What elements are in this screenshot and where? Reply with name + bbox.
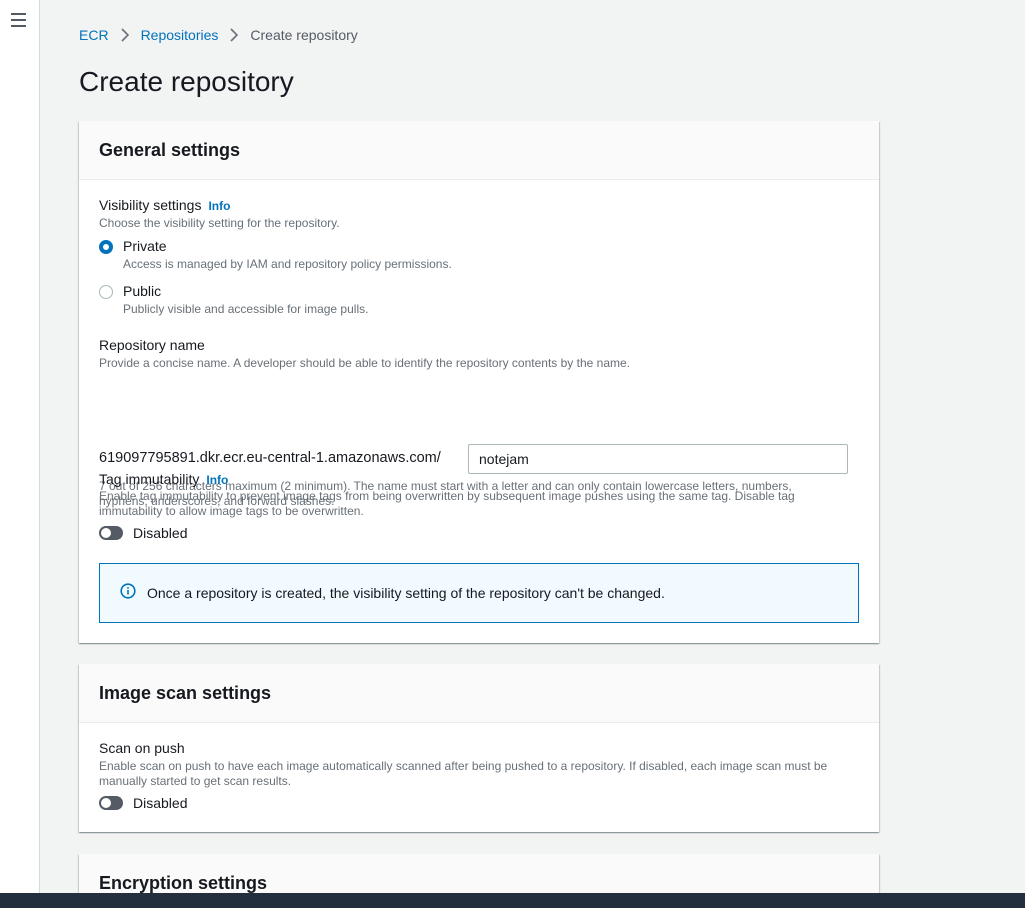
visibility-settings-label: Visibility settings [99,197,202,213]
repository-name-input[interactable] [468,444,848,474]
image-scan-settings-panel: Image scan settings Scan on push Enable … [79,664,879,832]
chevron-right-icon [230,28,239,42]
breadcrumb-current: Create repository [250,27,358,43]
page-title: Create repository [79,66,294,97]
tag-immutability-description: Enable tag immutability to prevent image… [99,489,795,519]
tag-immutability-description-line-2: immutability to allow image tags to be o… [99,504,364,518]
general-settings-header: General settings [79,121,879,180]
repository-uri-prefix: 619097795891.dkr.ecr.eu-central-1.amazon… [99,450,441,466]
radio-public[interactable] [99,285,113,299]
tag-immutability-description-line-1: Enable tag immutability to prevent image… [99,489,795,503]
visibility-info-link[interactable]: Info [208,199,230,213]
image-scan-settings-header: Image scan settings [79,664,879,723]
radio-private[interactable] [99,240,113,254]
scan-on-push-description-line-2: manually started to get scan results. [99,774,292,788]
side-navigation-rail [0,0,40,908]
radio-public-label: Public [123,283,162,299]
tag-label-row: Tag immutability Info [99,471,228,489]
radio-private-option[interactable]: Private Access is managed by IAM and rep… [99,238,452,271]
radio-private-description: Access is managed by IAM and repository … [123,257,452,271]
console-footer [0,893,1025,908]
scan-on-push-toggle-row[interactable]: Disabled [99,795,187,811]
radio-private-label: Private [123,238,167,254]
radio-public-description: Publicly visible and accessible for imag… [123,302,369,316]
general-settings-panel: General settings Visibility settings Info… [79,121,879,643]
visibility-label-row: Visibility settings Info [99,197,230,215]
encryption-settings-header: Encryption settings [79,854,879,893]
radio-public-option[interactable]: Public Publicly visible and accessible f… [99,283,368,316]
tag-immutability-toggle-label: Disabled [133,525,188,541]
scan-on-push-toggle-label: Disabled [133,795,188,811]
scan-on-push-label: Scan on push [99,740,185,756]
scan-on-push-description: Enable scan on push to have each image a… [99,759,827,789]
menu-icon[interactable] [11,13,26,27]
scan-on-push-description-line-1: Enable scan on push to have each image a… [99,759,828,773]
breadcrumb-ecr[interactable]: ECR [79,27,109,43]
chevron-right-icon [120,28,129,42]
breadcrumb-repositories[interactable]: Repositories [141,27,219,43]
visibility-description: Choose the visibility setting for the re… [99,216,340,230]
tag-immutability-toggle-row[interactable]: Disabled [99,525,187,541]
tag-immutability-toggle[interactable] [99,526,123,540]
scan-on-push-toggle[interactable] [99,796,123,810]
tag-immutability-info-link[interactable]: Info [206,473,228,487]
visibility-alert-text: Once a repository is created, the visibi… [147,585,665,601]
info-circle-icon [120,582,136,604]
breadcrumb: ECR Repositories Create repository [79,26,358,44]
repository-name-description: Provide a concise name. A developer shou… [99,356,630,370]
repository-name-label: Repository name [99,337,205,353]
encryption-settings-panel: Encryption settings [79,854,879,893]
tag-immutability-label: Tag immutability [99,471,200,487]
visibility-info-alert: Once a repository is created, the visibi… [99,563,859,623]
